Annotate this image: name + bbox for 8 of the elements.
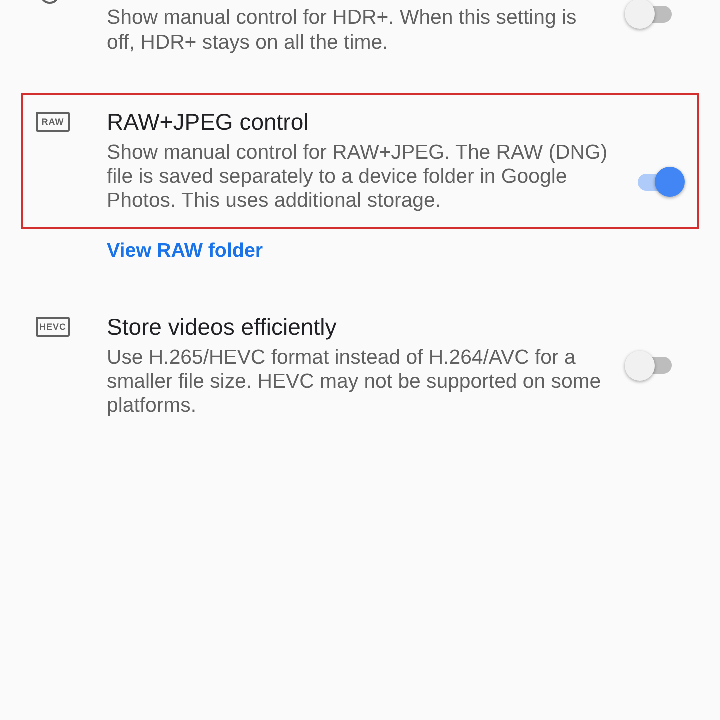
setting-description: Use H.265/HEVC format instead of H.264/AVC for a smaller file size. HEVC may not be supported on some platforms. bbox=[107, 346, 602, 418]
format-icon: RAW bbox=[36, 112, 70, 132]
format-icon: HEVC bbox=[36, 317, 70, 337]
setting-description: Show manual control for RAW+JPEG. The RAW (DNG) file is saved separately to a device folder in Google Photos. This uses additional storage. bbox=[107, 141, 608, 213]
setting-title: Store videos efficiently bbox=[107, 313, 338, 341]
setting-description: Show manual control for HDR+. When this setting is off, HDR+ stays on all the time. bbox=[107, 6, 578, 56]
view-folder-link[interactable]: View RAW folder bbox=[107, 239, 264, 263]
setting-title: RAW+JPEG control bbox=[107, 108, 310, 136]
